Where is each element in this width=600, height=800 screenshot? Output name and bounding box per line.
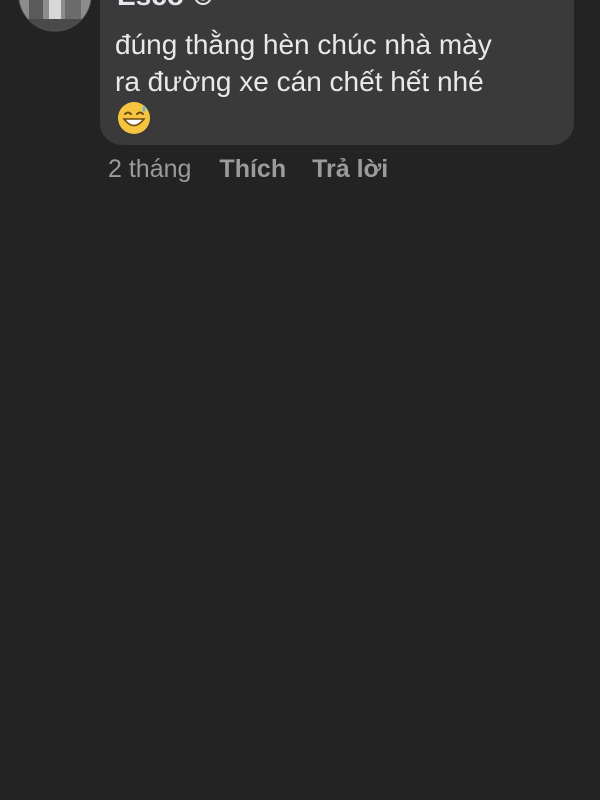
grinning-face-with-sweat-icon: [118, 102, 150, 134]
reply-button[interactable]: Trả lời: [312, 155, 388, 184]
author-avatar[interactable]: [18, 0, 92, 32]
comment-author-name[interactable]: Esco: [117, 0, 184, 12]
comment-screen: Esco đúng thằng hèn chúc nhà mày ra đườn…: [0, 0, 600, 800]
comment-actions: 2 tháng Thích Trả lời: [108, 152, 388, 186]
smiley-badge-icon: [194, 0, 212, 5]
avatar-photo-icon: [19, 0, 91, 31]
comment-timestamp: 2 tháng: [108, 154, 192, 183]
comment-line: ra đường xe cán chết hết nhé: [115, 66, 484, 97]
like-button[interactable]: Thích: [219, 155, 286, 184]
comment-text: đúng thằng hèn chúc nhà mày ra đường xe …: [115, 26, 565, 100]
comment-line: đúng thằng hèn chúc nhà mày: [115, 29, 492, 60]
